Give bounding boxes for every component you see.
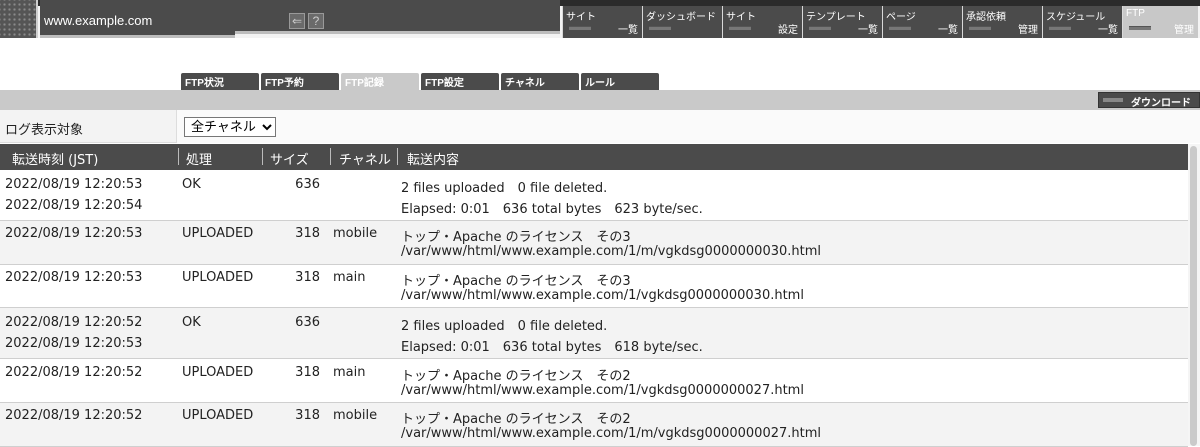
scrollbar-thumb[interactable] bbox=[1190, 146, 1197, 446]
row-content-title: トップ・Apache のライセンス その2 bbox=[401, 412, 631, 427]
table-row: 2022/08/19 12:20:52 UPLOADED 318 mobile … bbox=[0, 403, 1188, 447]
menu-indicator-icon bbox=[809, 26, 831, 30]
tab-ftp-status[interactable]: FTP状況 bbox=[181, 73, 259, 90]
row-content-detail: Elapsed: 0:01 636 total bytes 618 byte/s… bbox=[401, 340, 703, 355]
row-content-path: /var/www/html/www.example.com/1/m/vgkdsg… bbox=[401, 426, 821, 441]
row-content-title: トップ・Apache のライセンス その3 bbox=[401, 230, 631, 245]
menu-indicator-icon bbox=[969, 26, 991, 30]
row-size: 318 bbox=[295, 365, 320, 380]
table-row: 2022/08/19 12:20:53 UPLOADED 318 main トッ… bbox=[0, 265, 1188, 308]
row-process: UPLOADED bbox=[182, 365, 254, 380]
row-time: 2022/08/19 12:20:52 bbox=[5, 365, 143, 380]
help-icon[interactable]: ? bbox=[308, 13, 324, 29]
menu-approval-manage[interactable]: 承認依頼 管理 bbox=[962, 6, 1042, 38]
header-strip: ⇐ ? bbox=[235, 0, 560, 34]
column-separator bbox=[178, 148, 179, 165]
app-logo-icon[interactable] bbox=[0, 0, 38, 38]
row-time-end: 2022/08/19 12:20:54 bbox=[5, 198, 143, 213]
row-size: 318 bbox=[295, 226, 320, 241]
download-indicator-icon bbox=[1103, 98, 1123, 102]
filter-cell: 全チャネル bbox=[176, 110, 1200, 143]
row-time: 2022/08/19 12:20:52 bbox=[5, 408, 143, 423]
row-time: 2022/08/19 12:20:53 bbox=[5, 270, 143, 285]
filter-label: ログ表示対象 bbox=[5, 123, 84, 138]
tab-ftp-reservation[interactable]: FTP予約 bbox=[261, 73, 339, 90]
main-menu: サイト 一覧 ダッシュボード サイト 設定 テンプレート 一覧 ページ 一覧 承… bbox=[562, 6, 1198, 38]
row-time-end: 2022/08/19 12:20:53 bbox=[5, 336, 143, 351]
row-content-path: /var/www/html/www.example.com/1/vgkdsg00… bbox=[401, 383, 804, 398]
menu-indicator-icon bbox=[569, 26, 591, 30]
site-title-bar: www.example.com bbox=[40, 0, 235, 38]
menu-template-list[interactable]: テンプレート 一覧 bbox=[802, 6, 882, 38]
column-header-process: 処理 bbox=[186, 153, 213, 168]
row-size: 318 bbox=[295, 408, 320, 423]
row-channel: mobile bbox=[333, 226, 378, 241]
menu-indicator-icon bbox=[1129, 26, 1151, 30]
menu-ftp-manage[interactable]: FTP 管理 bbox=[1122, 6, 1198, 38]
menu-page-list[interactable]: ページ 一覧 bbox=[882, 6, 962, 38]
row-process: UPLOADED bbox=[182, 270, 254, 285]
tab-ftp-settings[interactable]: FTP設定 bbox=[421, 73, 499, 90]
app-header: www.example.com ⇐ ? サイト 一覧 ダッシュボード サイト 設… bbox=[0, 0, 1200, 38]
row-process: UPLOADED bbox=[182, 408, 254, 423]
row-process: OK bbox=[182, 177, 201, 192]
row-content-detail: Elapsed: 0:01 636 total bytes 623 byte/s… bbox=[401, 202, 703, 217]
row-content-summary: 2 files uploaded 0 file deleted. bbox=[401, 319, 608, 334]
row-time: 2022/08/19 12:20:52 bbox=[5, 315, 143, 330]
row-channel: main bbox=[333, 270, 366, 285]
menu-indicator-icon bbox=[729, 26, 751, 30]
row-size: 636 bbox=[295, 177, 320, 192]
filter-row: ログ表示対象 全チャネル bbox=[0, 110, 1200, 143]
ftp-tabs: FTP状況 FTP予約 FTP記録 FTP設定 チャネル ルール bbox=[181, 73, 661, 90]
tab-channel[interactable]: チャネル bbox=[501, 73, 579, 90]
tab-toolbar bbox=[0, 90, 1200, 110]
row-process: UPLOADED bbox=[182, 226, 254, 241]
menu-site-settings[interactable]: サイト 設定 bbox=[722, 6, 802, 38]
row-content-summary: 2 files uploaded 0 file deleted. bbox=[401, 181, 608, 196]
row-time: 2022/08/19 12:20:53 bbox=[5, 177, 143, 192]
tab-ftp-log[interactable]: FTP記録 bbox=[341, 73, 419, 90]
site-name: www.example.com bbox=[44, 13, 153, 28]
column-separator bbox=[397, 148, 398, 165]
row-size: 318 bbox=[295, 270, 320, 285]
table-row: 2022/08/19 12:20:52 2022/08/19 12:20:53 … bbox=[0, 308, 1188, 359]
logout-icon[interactable]: ⇐ bbox=[289, 13, 305, 29]
row-content-path: /var/www/html/www.example.com/1/m/vgkdsg… bbox=[401, 244, 821, 259]
column-header-time: 転送時刻 (JST) bbox=[12, 153, 99, 168]
table-row: 2022/08/19 12:20:53 UPLOADED 318 mobile … bbox=[0, 221, 1188, 265]
row-channel: main bbox=[333, 365, 366, 380]
row-content-title: トップ・Apache のライセンス その2 bbox=[401, 369, 631, 384]
column-header-content: 転送内容 bbox=[407, 153, 460, 168]
menu-indicator-icon bbox=[889, 26, 911, 30]
tab-rule[interactable]: ルール bbox=[581, 73, 659, 90]
menu-indicator-icon bbox=[649, 26, 671, 30]
channel-select[interactable]: 全チャネル bbox=[184, 117, 276, 137]
row-process: OK bbox=[182, 315, 201, 330]
menu-site-list[interactable]: サイト 一覧 bbox=[562, 6, 642, 38]
row-content-path: /var/www/html/www.example.com/1/vgkdsg00… bbox=[401, 288, 804, 303]
column-separator bbox=[330, 148, 331, 165]
column-header-channel: チャネル bbox=[339, 153, 391, 168]
menu-dashboard[interactable]: ダッシュボード bbox=[642, 6, 722, 38]
menu-indicator-icon bbox=[1049, 26, 1071, 30]
table-row: 2022/08/19 12:20:53 2022/08/19 12:20:54 … bbox=[0, 170, 1188, 221]
table-row: 2022/08/19 12:20:52 UPLOADED 318 main トッ… bbox=[0, 359, 1188, 403]
download-button[interactable]: ダウンロード bbox=[1098, 92, 1200, 109]
row-content-title: トップ・Apache のライセンス その3 bbox=[401, 274, 631, 289]
menu-schedule-list[interactable]: スケジュール 一覧 bbox=[1042, 6, 1122, 38]
row-time: 2022/08/19 12:20:53 bbox=[5, 226, 143, 241]
table-scrollbar[interactable] bbox=[1188, 144, 1200, 446]
row-channel: mobile bbox=[333, 408, 378, 423]
column-separator bbox=[262, 148, 263, 165]
row-size: 636 bbox=[295, 315, 320, 330]
ftp-log-table: 転送時刻 (JST) 処理 サイズ チャネル 転送内容 2022/08/19 1… bbox=[0, 144, 1188, 447]
table-header: 転送時刻 (JST) 処理 サイズ チャネル 転送内容 bbox=[0, 144, 1188, 170]
column-header-size: サイズ bbox=[270, 153, 309, 168]
